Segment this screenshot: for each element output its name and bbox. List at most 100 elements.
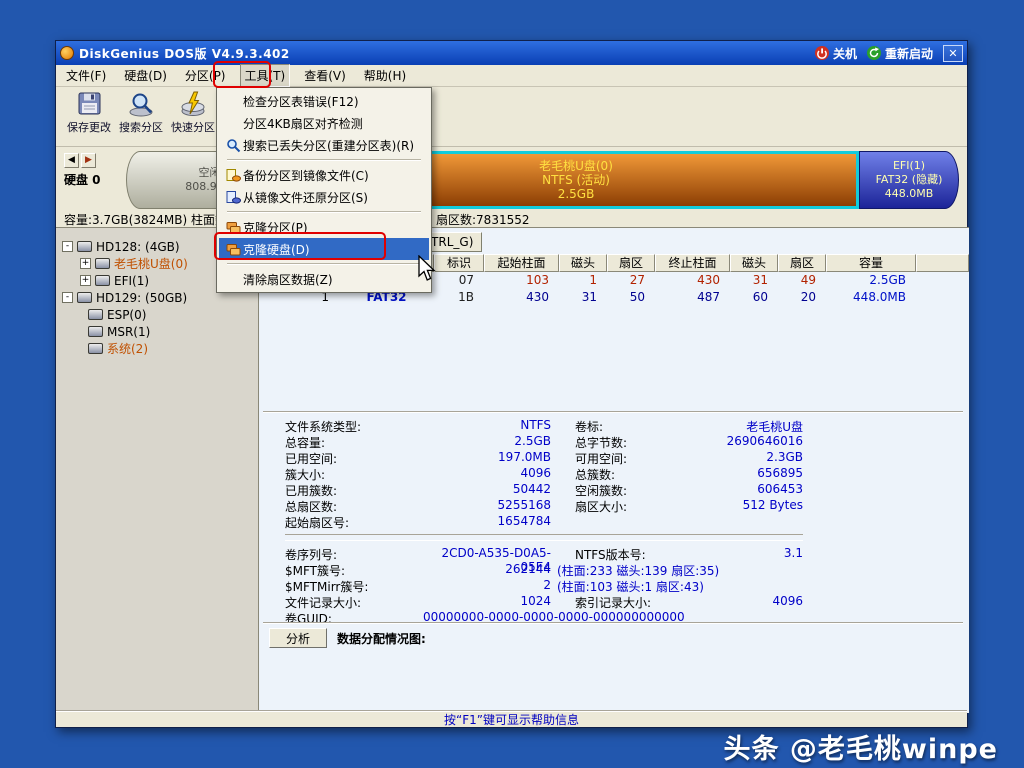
col-end-cylinder[interactable]: 终止柱面 xyxy=(655,254,730,272)
col-id[interactable]: 标识 xyxy=(434,254,484,272)
next-disk-button[interactable]: ▶ xyxy=(81,153,96,168)
col-start-cylinder[interactable]: 起始柱面 xyxy=(484,254,559,272)
tree-item-label: EFI(1) xyxy=(114,274,149,288)
partition-detail-panel: (CTRL_G) 卷号(状态) 文件系统 标识 起始柱面 磁头 扇区 终止柱面 … xyxy=(259,227,969,713)
menuitem-label: 搜索已丢失分区(重建分区表)(R) xyxy=(243,137,414,154)
close-button[interactable]: ✕ xyxy=(943,45,963,62)
shutdown-label: 关机 xyxy=(833,45,857,62)
expand-icon[interactable]: + xyxy=(80,275,91,286)
detail-label: 总扇区数: xyxy=(285,498,423,514)
menuitem-restore-partition-from-image[interactable]: 从镜像文件还原分区(S) xyxy=(219,186,429,208)
collapse-icon[interactable]: - xyxy=(62,241,73,252)
cell-sector2: 49 xyxy=(778,272,826,289)
data-allocation-label: 数据分配情况图: xyxy=(337,630,426,647)
menu-separator xyxy=(227,263,421,265)
disk-capacity-text: 容量:3.7GB(3824MB) 柱面数: xyxy=(64,211,231,228)
partition-icon xyxy=(88,309,103,320)
mouse-cursor xyxy=(416,255,438,282)
save-changes-button[interactable]: 保存更改 xyxy=(64,91,114,135)
menu-separator xyxy=(227,211,421,213)
cell-end-cyl: 487 xyxy=(655,289,730,306)
prev-disk-button[interactable]: ◀ xyxy=(64,153,79,168)
menuitem-label: 备份分区到镜像文件(C) xyxy=(243,167,369,184)
detail-label: 总容量: xyxy=(285,434,423,450)
ntfs-segment-fs: NTFS (活动) xyxy=(542,173,610,187)
cell-end-cyl: 430 xyxy=(655,272,730,289)
expand-icon[interactable]: + xyxy=(80,258,91,269)
window-title: DiskGenius DOS版 V4.9.3.402 xyxy=(79,45,290,62)
menuitem-4kb-alignment-check[interactable]: 分区4KB扇区对齐检测 xyxy=(219,112,429,134)
partition-icon xyxy=(88,343,103,354)
detail-value: 2CD0-A535-D0A5-05E4 xyxy=(423,546,551,562)
menuitem-label: 分区4KB扇区对齐检测 xyxy=(243,115,363,132)
tree-item-label: MSR(1) xyxy=(107,325,150,339)
detail-value: 2690646016 xyxy=(683,434,803,450)
menuitem-label: 检查分区表错误(F12) xyxy=(243,93,359,110)
menuitem-erase-sector-data[interactable]: 清除扇区数据(Z) xyxy=(219,268,429,290)
status-help-text: 按“F1”键可显示帮助信息 xyxy=(444,711,579,728)
watermark-text: 头条 @老毛桃winpe xyxy=(724,727,998,766)
col-head[interactable]: 磁头 xyxy=(559,254,607,272)
menu-view[interactable]: 查看(V) xyxy=(300,65,350,86)
collapse-icon[interactable]: - xyxy=(62,292,73,303)
detail-value: 3.1 xyxy=(683,546,803,562)
detail-value: 4096 xyxy=(683,594,803,610)
detail-label: 扇区大小: xyxy=(551,498,683,514)
detail-label: 已用空间: xyxy=(285,450,423,466)
cell-head: 31 xyxy=(559,289,607,306)
diskgenius-window: DiskGenius DOS版 V4.9.3.402 关机 xyxy=(55,40,968,728)
ntfs-segment-size: 2.5GB xyxy=(558,187,595,201)
menuitem-label: 从镜像文件还原分区(S) xyxy=(243,189,368,206)
col-head2[interactable]: 磁头 xyxy=(730,254,778,272)
detail-label: 可用空间: xyxy=(551,450,683,466)
tree-item-label: 老毛桃U盘(0) xyxy=(114,255,188,272)
menu-help[interactable]: 帮助(H) xyxy=(360,65,410,86)
detail-label: NTFS版本号: xyxy=(551,546,683,562)
cell-start-cyl: 103 xyxy=(484,272,559,289)
detail-label: 卷序列号: xyxy=(285,546,423,562)
col-capacity[interactable]: 容量 xyxy=(826,254,916,272)
shutdown-button[interactable]: 关机 xyxy=(815,45,857,62)
detail-label: 索引记录大小: xyxy=(551,594,683,610)
tree-item-esp[interactable]: ESP(0) xyxy=(56,306,258,323)
harddisk-icon xyxy=(77,292,92,303)
cell-capacity: 2.5GB xyxy=(826,272,916,289)
efi-partition-segment[interactable]: EFI(1) FAT32 (隐藏) 448.0MB xyxy=(859,151,959,209)
separator xyxy=(285,534,803,541)
col-sector[interactable]: 扇区 xyxy=(607,254,655,272)
detail-label: 总簇数: xyxy=(551,466,683,482)
menu-file[interactable]: 文件(F) xyxy=(62,65,110,86)
detail-value: 1654784 xyxy=(423,514,551,530)
save-changes-label: 保存更改 xyxy=(67,119,111,135)
search-partition-button[interactable]: 搜索分区 xyxy=(116,91,166,135)
detail-label: 空闲簇数: xyxy=(551,482,683,498)
analyze-button[interactable]: 分析 xyxy=(269,628,327,648)
quick-partition-button[interactable]: 快速分区 xyxy=(168,91,218,135)
cell-sector: 27 xyxy=(607,272,655,289)
ntfs-segment-name: 老毛桃U盘(0) xyxy=(539,159,613,173)
restart-button[interactable]: 重新启动 xyxy=(867,45,933,62)
search-partition-label: 搜索分区 xyxy=(119,119,163,135)
cell-id: 07 xyxy=(434,272,484,289)
cell-head2: 31 xyxy=(730,272,778,289)
menu-disk[interactable]: 硬盘(D) xyxy=(120,65,171,86)
tree-item-label: HD129: (50GB) xyxy=(96,291,187,305)
detail-label: 已用簇数: xyxy=(285,482,423,498)
detail-value: 2.5GB xyxy=(423,434,551,450)
menuitem-check-partition-table[interactable]: 检查分区表错误(F12) xyxy=(219,90,429,112)
detail-value: 512 Bytes xyxy=(683,498,803,514)
tree-item-msr[interactable]: MSR(1) xyxy=(56,323,258,340)
menuitem-search-lost-partitions[interactable]: 搜索已丢失分区(重建分区表)(R) xyxy=(219,134,429,156)
detail-value: 2 xyxy=(423,578,551,594)
titlebar[interactable]: DiskGenius DOS版 V4.9.3.402 关机 xyxy=(56,41,967,65)
cell-sector2: 20 xyxy=(778,289,826,306)
toolbar: 保存更改 搜索分区 快速分区 xyxy=(56,87,967,147)
menuitem-backup-partition-to-image[interactable]: 备份分区到镜像文件(C) xyxy=(219,164,429,186)
detail-label: 文件系统类型: xyxy=(285,418,423,434)
col-sector2[interactable]: 扇区 xyxy=(778,254,826,272)
tree-item-system[interactable]: 系统(2) xyxy=(56,340,258,357)
search-partition-icon xyxy=(128,91,155,117)
detail-empty xyxy=(683,514,803,530)
tree-item-label: 系统(2) xyxy=(107,340,148,357)
annotation-box-clone-disk xyxy=(214,232,386,260)
